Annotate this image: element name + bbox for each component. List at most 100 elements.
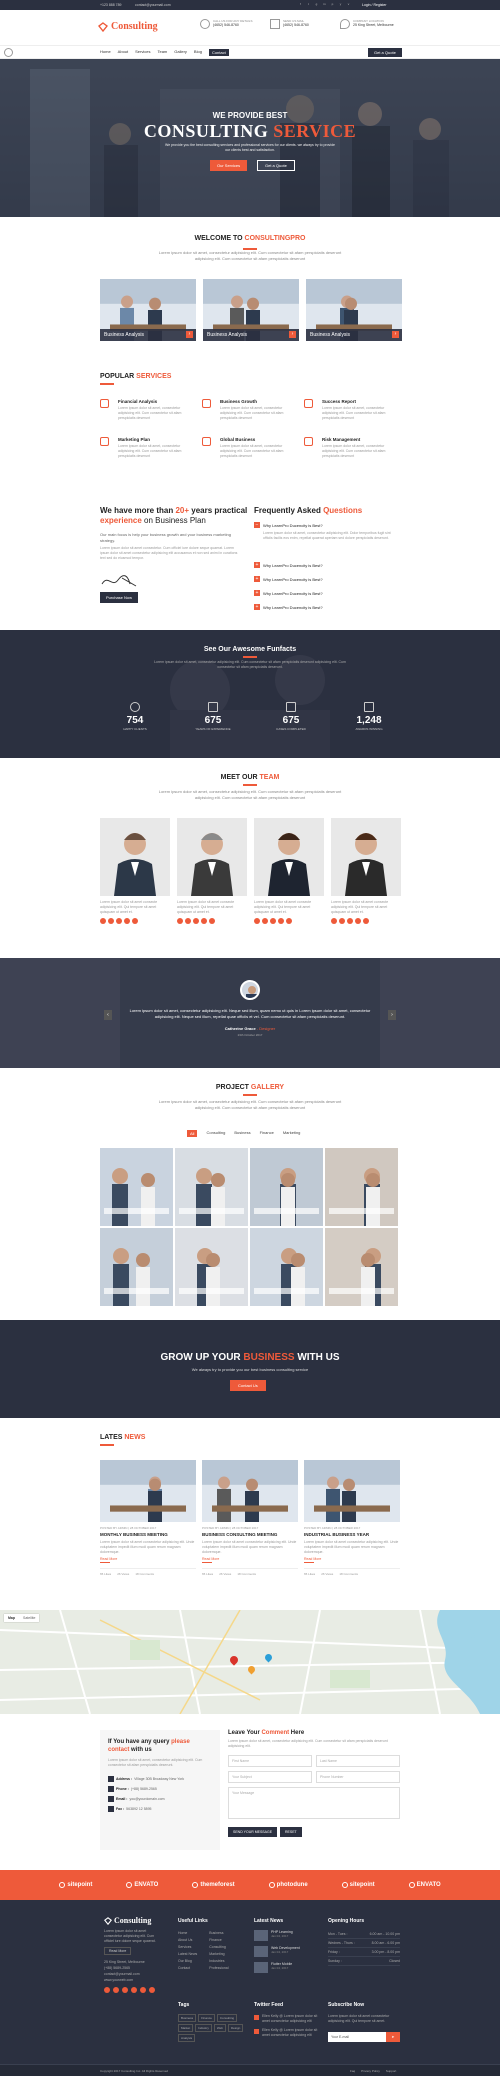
reset-button[interactable]: RESET: [280, 1827, 302, 1837]
nav-item-services[interactable]: Services: [135, 49, 150, 56]
bottom-link[interactable]: Support: [386, 2069, 397, 2073]
facebook-icon[interactable]: [104, 1987, 110, 1993]
footer-link[interactable]: Consulting: [209, 1944, 228, 1951]
filter-all[interactable]: All: [187, 1130, 198, 1137]
social-icon[interactable]: t: [306, 2, 311, 7]
tag[interactable]: Business: [178, 2014, 197, 2022]
footer-link[interactable]: Contact: [178, 1965, 197, 1972]
filter-business[interactable]: Business: [234, 1130, 250, 1137]
map-section[interactable]: Map Satellite: [0, 1610, 500, 1714]
google-icon[interactable]: [347, 918, 353, 924]
settings-gear-icon[interactable]: [4, 48, 13, 57]
footer-link[interactable]: Business: [209, 1930, 228, 1937]
twitter-icon[interactable]: [262, 918, 268, 924]
map-button[interactable]: Map: [4, 1614, 19, 1622]
nav-item-home[interactable]: Home: [100, 49, 111, 56]
bottom-link[interactable]: Privacy Policy: [361, 2069, 380, 2073]
footer-link[interactable]: Professional: [209, 1965, 228, 1972]
news-card[interactable]: POSTED BY ADMIN | 28 OCTOBER 2017 BUSINES…: [202, 1460, 298, 1600]
phone-field[interactable]: Phone Number: [316, 1771, 400, 1783]
first-name-field[interactable]: First Name: [228, 1755, 312, 1767]
social-icon[interactable]: f: [298, 2, 303, 7]
read-more-link[interactable]: Read More: [202, 1557, 298, 1561]
team-member-card[interactable]: Lorem ipsum dolor sit amet consecte adip…: [100, 818, 170, 958]
login-register-link[interactable]: Login / Register: [362, 3, 387, 7]
nav-item-blog[interactable]: Blog: [194, 49, 202, 56]
footer-link[interactable]: Our Blog: [178, 1958, 197, 1965]
social-icon[interactable]: v: [346, 2, 351, 7]
logo[interactable]: Consulting: [98, 21, 158, 32]
get-quote-button[interactable]: Get a Quote: [368, 48, 402, 57]
send-icon[interactable]: ➤: [386, 2032, 400, 2042]
social-icon[interactable]: p: [330, 2, 335, 7]
linkedin-icon[interactable]: [355, 918, 361, 924]
partner-logo[interactable]: sitepoint: [341, 1882, 375, 1888]
gallery-item[interactable]: [250, 1228, 323, 1306]
contact-us-button[interactable]: Contact Us: [230, 1380, 266, 1391]
tag[interactable]: Design: [227, 2024, 244, 2032]
read-more-button[interactable]: Read More: [104, 1947, 132, 1955]
service-item[interactable]: Business Growth Lorem ipsum dolor sit ame…: [202, 399, 298, 433]
read-more-link[interactable]: Read More: [100, 1557, 196, 1561]
gallery-item[interactable]: [100, 1148, 173, 1226]
nav-item-team[interactable]: Team: [157, 49, 167, 56]
tag[interactable]: Industry: [195, 2024, 212, 2032]
partner-logo[interactable]: ENVATO: [408, 1882, 441, 1888]
social-icon[interactable]: in: [322, 2, 327, 7]
tag[interactable]: Market: [178, 2024, 194, 2032]
partner-logo[interactable]: ENVATO: [126, 1882, 158, 1888]
linkedin-icon[interactable]: [201, 918, 207, 924]
send-message-button[interactable]: SEND YOUR MESSAGE: [228, 1827, 278, 1837]
filter-consulting[interactable]: Consulting: [206, 1130, 225, 1137]
gallery-item[interactable]: [175, 1228, 248, 1306]
service-item[interactable]: Success Report Lorem ipsum dolor sit amet…: [304, 399, 400, 433]
youtube-icon[interactable]: [149, 1987, 155, 1993]
footer-link[interactable]: Latest News: [178, 1951, 197, 1958]
footer-link[interactable]: About Us: [178, 1937, 197, 1944]
service-card[interactable]: Business Analysis ›: [306, 279, 402, 341]
nav-item-about[interactable]: About: [118, 49, 128, 56]
faq-item[interactable]: + Why LearnPro Ducencity is Best?: [254, 590, 323, 596]
prev-arrow-icon[interactable]: ‹: [104, 1010, 112, 1020]
gallery-item[interactable]: [250, 1148, 323, 1226]
tag[interactable]: Finance: [198, 2014, 215, 2022]
filter-marketing[interactable]: Marketing: [283, 1130, 301, 1137]
nav-item-contact[interactable]: Contact: [208, 49, 229, 56]
facebook-icon[interactable]: [177, 918, 183, 924]
gallery-item[interactable]: [175, 1148, 248, 1226]
tag[interactable]: Web: [213, 2024, 226, 2032]
read-more-link[interactable]: Read More: [304, 1557, 400, 1561]
pinterest-icon[interactable]: [132, 918, 138, 924]
service-card[interactable]: Business Analysis ›: [203, 279, 299, 341]
twitter-icon[interactable]: [113, 1987, 119, 1993]
our-services-button[interactable]: Our Services: [210, 160, 248, 171]
footer-link[interactable]: Industries: [209, 1958, 228, 1965]
news-card[interactable]: POSTED BY ADMIN | 28 OCTOBER 2017 MONTHLY…: [100, 1460, 196, 1600]
footer-link[interactable]: Home: [178, 1930, 197, 1937]
linkedin-icon[interactable]: [124, 918, 130, 924]
partner-logo[interactable]: sitepoint: [59, 1882, 92, 1888]
gallery-item[interactable]: [325, 1228, 398, 1306]
purchase-now-button[interactable]: Purchase Now: [100, 592, 139, 603]
email-text[interactable]: contact@yourmail.com: [135, 3, 171, 7]
footer-link[interactable]: Finance: [209, 1937, 228, 1944]
filter-finance[interactable]: Finance: [260, 1130, 274, 1137]
team-member-card[interactable]: Lorem ipsum dolor sit amet consecte adip…: [177, 818, 247, 958]
nav-item-gallery[interactable]: Gallery: [174, 49, 187, 56]
facebook-icon[interactable]: [100, 918, 106, 924]
linkedin-icon[interactable]: [131, 1987, 137, 1993]
gallery-item[interactable]: [325, 1148, 398, 1226]
footer-news-item[interactable]: PHP Learning Jan 04, 2017: [254, 1930, 324, 1941]
google-icon[interactable]: [193, 918, 199, 924]
service-item[interactable]: Marketing Plan Lorem ipsum dolor sit amet…: [100, 437, 196, 471]
faq-item[interactable]: + Why LearnPro Ducencity is Best?: [254, 604, 323, 610]
last-name-field[interactable]: Last Name: [316, 1755, 400, 1767]
subscribe-email-input[interactable]: Your E-mail: [328, 2032, 386, 2042]
service-item[interactable]: Global Business Lorem ipsum dolor sit ame…: [202, 437, 298, 471]
pinterest-icon[interactable]: [286, 918, 292, 924]
social-icon[interactable]: y: [338, 2, 343, 7]
pinterest-icon[interactable]: [140, 1987, 146, 1993]
google-icon[interactable]: [270, 918, 276, 924]
service-item[interactable]: Risk Management Lorem ipsum dolor sit ame…: [304, 437, 400, 471]
footer-link[interactable]: Marketing: [209, 1951, 228, 1958]
